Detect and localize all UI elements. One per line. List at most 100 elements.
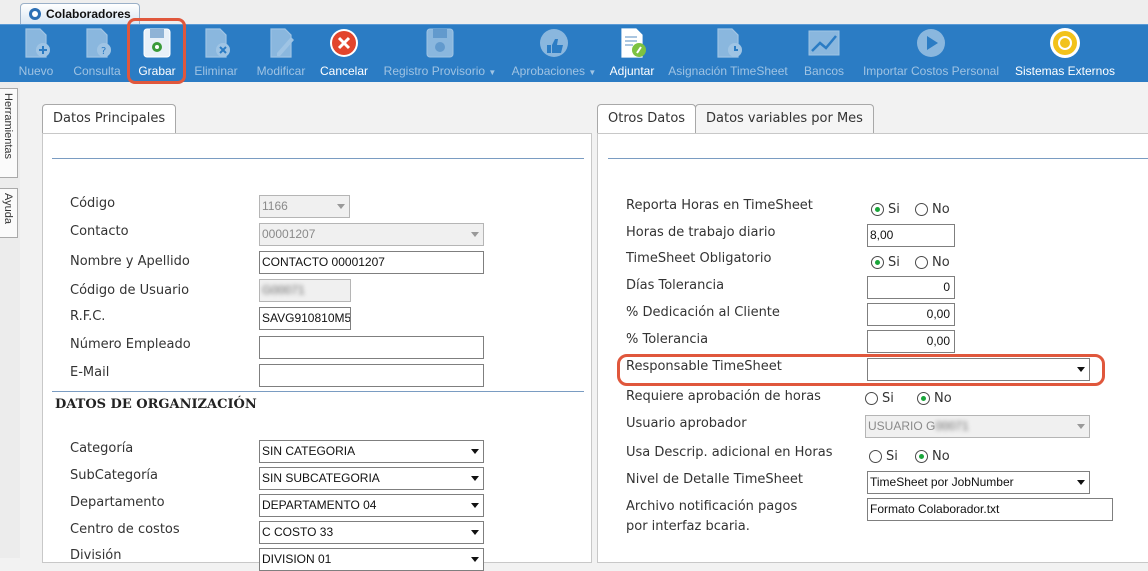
- departamento-select[interactable]: DEPARTAMENTO 04: [259, 494, 484, 517]
- edit-document-icon: [270, 28, 294, 58]
- chevron-down-icon: [467, 549, 483, 570]
- divider: [52, 158, 584, 159]
- play-icon: [917, 29, 945, 57]
- requiere-aprobacion-si-radio[interactable]: Si: [865, 391, 894, 406]
- chevron-down-icon: [333, 196, 349, 217]
- dias-tolerancia-label: Días Tolerancia: [626, 278, 725, 293]
- nombre-field[interactable]: CONTACTO 00001207: [259, 251, 484, 274]
- usa-descrip-si-radio[interactable]: Si: [869, 449, 898, 464]
- chevron-down-icon: ▼: [588, 68, 597, 77]
- tab-datos-variables[interactable]: Datos variables por Mes: [695, 104, 874, 134]
- archivo-notif-label-1: Archivo notificación pagos: [626, 499, 798, 514]
- radio-selected-icon: [917, 392, 930, 405]
- chevron-down-icon: [467, 224, 483, 245]
- consulta-button[interactable]: ? Consulta: [68, 25, 126, 83]
- eliminar-button[interactable]: Eliminar: [188, 25, 244, 83]
- chevron-down-icon: [1073, 416, 1089, 437]
- subcategoria-label: SubCategoría: [70, 468, 159, 483]
- horas-diario-field[interactable]: 8,00: [867, 224, 955, 247]
- window-tab-title: Colaboradores: [46, 6, 131, 21]
- division-label: División: [70, 548, 122, 563]
- query-document-icon: ?: [86, 28, 111, 58]
- window-tab-colaboradores[interactable]: Colaboradores: [20, 3, 140, 24]
- app-icon: [29, 8, 41, 20]
- usuario-aprobador-select[interactable]: USUARIO G00071: [865, 415, 1090, 438]
- numero-empleado-label: Número Empleado: [70, 337, 191, 352]
- timesheet-obligatorio-no-radio[interactable]: No: [915, 255, 950, 270]
- categoria-select[interactable]: SIN CATEGORIA: [259, 440, 484, 463]
- requiere-aprobacion-no-radio[interactable]: No: [917, 391, 952, 406]
- responsable-highlight: [617, 354, 1105, 386]
- grabar-highlight: [127, 18, 186, 84]
- side-tab-ayuda[interactable]: Ayuda: [0, 188, 18, 238]
- timesheet-assign-icon: [717, 28, 742, 58]
- radio-icon: [869, 450, 882, 463]
- divider: [52, 391, 584, 392]
- cancel-icon: [330, 29, 358, 57]
- codigo-usuario-label: Código de Usuario: [70, 283, 190, 298]
- aprobaciones-button[interactable]: Aprobaciones ▼: [508, 25, 600, 83]
- usuario-aprobador-label: Usuario aprobador: [626, 416, 747, 431]
- divider: [608, 158, 1148, 159]
- centro-costos-label: Centro de costos: [70, 522, 180, 537]
- cancelar-button[interactable]: Cancelar: [316, 25, 372, 83]
- codigo-usuario-field[interactable]: G00071: [259, 279, 351, 302]
- chart-line-icon: [808, 30, 840, 56]
- chevron-down-icon: [1073, 472, 1089, 493]
- division-select[interactable]: DIVISION 01: [259, 548, 484, 571]
- chevron-down-icon: [467, 468, 483, 489]
- external-systems-icon: [1050, 28, 1080, 58]
- usa-descrip-label: Usa Descrip. adicional en Horas: [626, 445, 833, 460]
- nombre-label: Nombre y Apellido: [70, 254, 190, 269]
- dedicacion-label: % Dedicación al Cliente: [626, 305, 780, 320]
- new-document-icon: [25, 28, 50, 58]
- side-tab-herramientas[interactable]: Herramientas: [0, 88, 18, 178]
- nuevo-button[interactable]: Nuevo: [10, 25, 62, 83]
- asignacion-timesheet-button[interactable]: Asignación TimeSheet: [664, 25, 792, 83]
- nivel-detalle-label: Nivel de Detalle TimeSheet: [626, 472, 803, 487]
- radio-icon: [915, 203, 928, 216]
- dias-tolerancia-field[interactable]: 0: [867, 276, 955, 299]
- chevron-down-icon: ▼: [488, 68, 497, 77]
- subcategoria-select[interactable]: SIN SUBCATEGORIA: [259, 467, 484, 490]
- contacto-label: Contacto: [70, 224, 129, 239]
- rfc-field[interactable]: SAVG910810M5!: [259, 307, 351, 330]
- archivo-notif-label-2: por interfaz bcaria.: [626, 519, 750, 534]
- codigo-select[interactable]: 1166: [259, 195, 350, 218]
- provisional-save-icon: [426, 28, 454, 58]
- dedicacion-field[interactable]: 0,00: [867, 303, 955, 326]
- centro-costos-select[interactable]: C COSTO 33: [259, 521, 484, 544]
- tolerancia-field[interactable]: 0,00: [867, 330, 955, 353]
- numero-empleado-field[interactable]: [259, 336, 484, 359]
- radio-icon: [865, 392, 878, 405]
- horas-diario-label: Horas de trabajo diario: [626, 225, 776, 240]
- sistemas-externos-button[interactable]: Sistemas Externos: [1010, 25, 1120, 83]
- approval-icon: [540, 29, 568, 57]
- delete-document-icon: [205, 28, 230, 58]
- attach-document-icon: [621, 28, 646, 58]
- contacto-select[interactable]: 00001207: [259, 223, 484, 246]
- chevron-down-icon: [467, 441, 483, 462]
- importar-costos-button[interactable]: Importar Costos Personal: [858, 25, 1004, 83]
- adjuntar-button[interactable]: Adjuntar: [604, 25, 660, 83]
- requiere-aprobacion-label: Requiere aprobación de horas: [626, 389, 821, 404]
- timesheet-obligatorio-label: TimeSheet Obligatorio: [626, 251, 772, 266]
- rfc-label: R.F.C.: [70, 309, 106, 324]
- usa-descrip-no-radio[interactable]: No: [915, 449, 950, 464]
- archivo-notif-field[interactable]: Formato Colaborador.txt: [867, 498, 1113, 521]
- radio-selected-icon: [915, 450, 928, 463]
- reporta-horas-si-radio[interactable]: Si: [871, 202, 900, 217]
- email-field[interactable]: [259, 364, 484, 387]
- registro-provisorio-button[interactable]: Registro Provisorio ▼: [378, 25, 502, 83]
- org-section-title: DATOS DE ORGANIZACIÓN: [55, 397, 257, 412]
- tab-otros-datos[interactable]: Otros Datos: [597, 104, 697, 134]
- nivel-detalle-select[interactable]: TimeSheet por JobNumber: [867, 471, 1090, 494]
- bancos-button[interactable]: Bancos: [798, 25, 850, 83]
- side-tab-strip: Herramientas Ayuda: [0, 82, 20, 558]
- timesheet-obligatorio-si-radio[interactable]: Si: [871, 255, 900, 270]
- tab-datos-principales[interactable]: Datos Principales: [42, 104, 177, 134]
- reporta-horas-no-radio[interactable]: No: [915, 202, 950, 217]
- modificar-button[interactable]: Modificar: [250, 25, 312, 83]
- email-label: E-Mail: [70, 365, 110, 380]
- radio-selected-icon: [871, 203, 884, 216]
